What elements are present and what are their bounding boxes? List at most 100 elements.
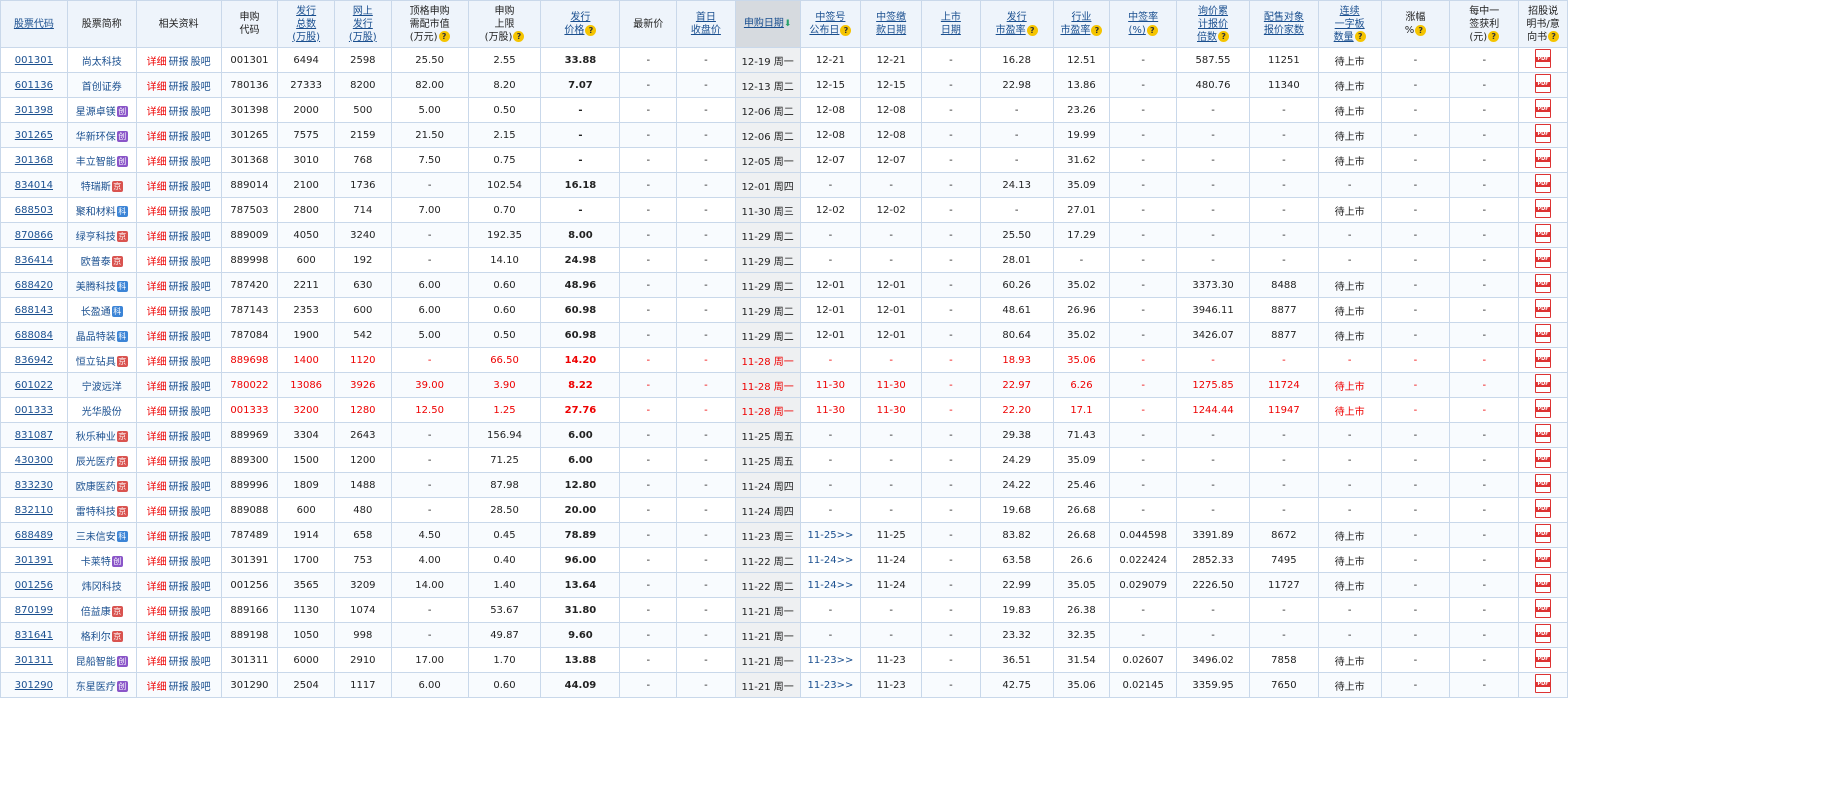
stock-name-link[interactable]: 绿亨科技 <box>76 232 116 243</box>
research-link[interactable]: 研报 <box>169 207 189 218</box>
pdf-icon[interactable] <box>1535 149 1552 168</box>
forum-link[interactable]: 股吧 <box>191 307 211 318</box>
research-link[interactable]: 研报 <box>169 282 189 293</box>
forum-link[interactable]: 股吧 <box>191 132 211 143</box>
stock-name-link[interactable]: 晶品特装 <box>76 332 116 343</box>
forum-link[interactable]: 股吧 <box>191 107 211 118</box>
lottery-announce-date[interactable]: 11-24>> <box>799 572 862 598</box>
column-header-10[interactable]: 首日 收盘价 <box>676 0 736 48</box>
column-header-label[interactable]: 数量 <box>1334 32 1354 43</box>
forum-link[interactable]: 股吧 <box>191 657 211 668</box>
help-icon[interactable]: ? <box>1026 24 1038 36</box>
pdf-icon[interactable] <box>1535 474 1552 493</box>
stock-name-link[interactable]: 光华股份 <box>82 407 122 418</box>
stock-name-link[interactable]: 特瑞斯 <box>81 182 111 193</box>
forum-link[interactable]: 股吧 <box>191 82 211 93</box>
research-link[interactable]: 研报 <box>169 657 189 668</box>
column-header-label[interactable]: 发行 <box>570 12 590 23</box>
lottery-announce-date[interactable]: 11-23>> <box>799 647 862 673</box>
column-header-18[interactable]: 询价累 计报价 倍数? <box>1176 0 1250 48</box>
stock-code-link[interactable]: 836414 <box>15 255 53 266</box>
detail-link[interactable]: 详细 <box>147 232 167 243</box>
stock-code-link[interactable]: 688143 <box>15 305 53 316</box>
pdf-icon[interactable] <box>1535 74 1552 93</box>
forum-link[interactable]: 股吧 <box>191 482 211 493</box>
research-link[interactable]: 研报 <box>169 507 189 518</box>
stock-name-link[interactable]: 华新环保 <box>76 132 116 143</box>
detail-link[interactable]: 详细 <box>147 457 167 468</box>
stock-code-link[interactable]: 834014 <box>15 180 53 191</box>
stock-code-link[interactable]: 831641 <box>15 630 53 641</box>
pdf-icon[interactable] <box>1535 174 1552 193</box>
detail-link[interactable]: 详细 <box>147 182 167 193</box>
sort-down-arrow-icon[interactable]: ⬇ <box>784 19 792 29</box>
column-header-label[interactable]: 日期 <box>941 25 961 36</box>
pdf-icon[interactable] <box>1535 524 1552 543</box>
column-header-label[interactable]: 发行 <box>353 19 373 30</box>
column-header-label[interactable]: (%) <box>1129 25 1146 36</box>
pdf-icon[interactable] <box>1535 299 1552 318</box>
stock-code-link[interactable]: 301368 <box>15 155 53 166</box>
research-link[interactable]: 研报 <box>169 457 189 468</box>
column-header-label[interactable]: 行业 <box>1071 12 1091 23</box>
research-link[interactable]: 研报 <box>169 82 189 93</box>
stock-code-link[interactable]: 831087 <box>15 430 53 441</box>
column-header-label[interactable]: 上市 <box>941 12 961 23</box>
forum-link[interactable]: 股吧 <box>191 332 211 343</box>
stock-name-link[interactable]: 欧康医药 <box>76 482 116 493</box>
stock-code-link[interactable]: 688084 <box>15 330 53 341</box>
pdf-icon[interactable] <box>1535 274 1552 293</box>
research-link[interactable]: 研报 <box>169 132 189 143</box>
lottery-announce-date[interactable]: 11-25>> <box>799 522 862 548</box>
stock-name-link[interactable]: 秋乐种业 <box>76 432 116 443</box>
forum-link[interactable]: 股吧 <box>191 432 211 443</box>
forum-link[interactable]: 股吧 <box>191 207 211 218</box>
forum-link[interactable]: 股吧 <box>191 457 211 468</box>
column-header-label[interactable]: 计报价 <box>1198 19 1228 30</box>
detail-link[interactable]: 详细 <box>147 307 167 318</box>
detail-link[interactable]: 详细 <box>147 82 167 93</box>
column-header-label[interactable]: 一字板 <box>1335 19 1365 30</box>
forum-link[interactable]: 股吧 <box>191 257 211 268</box>
stock-code-link[interactable]: 301265 <box>15 130 53 141</box>
stock-name-link[interactable]: 格利尔 <box>81 632 111 643</box>
help-icon[interactable]: ? <box>438 31 450 42</box>
stock-code-link[interactable]: 001301 <box>15 55 53 66</box>
column-header-label[interactable]: 申购日期 <box>744 18 784 29</box>
stock-code-link[interactable]: 430300 <box>15 455 53 466</box>
help-icon[interactable]: ? <box>585 24 597 36</box>
column-header-17[interactable]: 中签率 (%)? <box>1109 0 1178 48</box>
stock-name-link[interactable]: 聚和材料 <box>76 207 116 218</box>
pdf-icon[interactable] <box>1535 499 1552 518</box>
research-link[interactable]: 研报 <box>169 157 189 168</box>
column-header-label[interactable]: 询价累 <box>1198 6 1228 17</box>
pdf-icon[interactable] <box>1535 424 1552 443</box>
help-icon[interactable]: ? <box>1354 31 1366 42</box>
column-header-label[interactable]: 股票代码 <box>14 19 54 30</box>
detail-link[interactable]: 详细 <box>147 507 167 518</box>
research-link[interactable]: 研报 <box>169 532 189 543</box>
help-icon[interactable]: ? <box>1091 24 1103 36</box>
forum-link[interactable]: 股吧 <box>191 557 211 568</box>
column-header-label[interactable]: 市盈率 <box>1060 25 1090 36</box>
detail-link[interactable]: 详细 <box>147 532 167 543</box>
pdf-icon[interactable] <box>1535 199 1552 218</box>
forum-link[interactable]: 股吧 <box>191 382 211 393</box>
column-header-14[interactable]: 上市 日期 <box>921 0 981 48</box>
pdf-icon[interactable] <box>1535 674 1552 693</box>
pdf-icon[interactable] <box>1535 649 1552 668</box>
detail-link[interactable]: 详细 <box>147 107 167 118</box>
forum-link[interactable]: 股吧 <box>191 157 211 168</box>
stock-code-link[interactable]: 601022 <box>15 380 53 391</box>
column-header-label[interactable]: 价格 <box>564 25 584 36</box>
detail-link[interactable]: 详细 <box>147 207 167 218</box>
stock-code-link[interactable]: 301311 <box>15 655 53 666</box>
pdf-icon[interactable] <box>1535 324 1552 343</box>
detail-link[interactable]: 详细 <box>147 157 167 168</box>
column-header-label[interactable]: 发行 <box>1007 12 1027 23</box>
forum-link[interactable]: 股吧 <box>191 232 211 243</box>
pdf-icon[interactable] <box>1535 399 1552 418</box>
help-icon[interactable]: ? <box>1548 31 1560 42</box>
stock-name-link[interactable]: 美腾科技 <box>76 282 116 293</box>
column-header-label[interactable]: 收盘价 <box>691 25 721 36</box>
